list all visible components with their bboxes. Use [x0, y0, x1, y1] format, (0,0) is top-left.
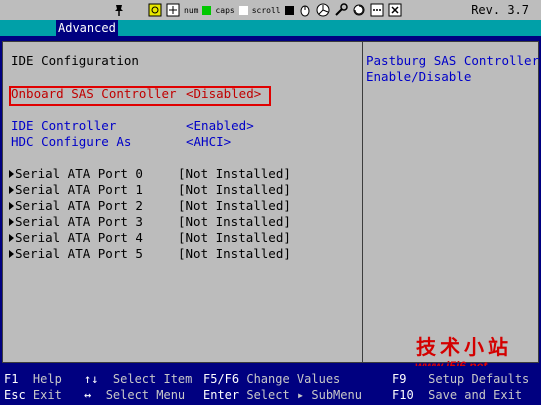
close-icon[interactable] [388, 3, 402, 17]
sata-port-value: [Not Installed] [178, 246, 291, 261]
sata-port-value: [Not Installed] [178, 214, 291, 229]
ide-controller-value[interactable]: <Enabled> [186, 119, 254, 133]
key-f1-key: F1 [4, 372, 19, 386]
sata-port-label: Serial ATA Port 1 [15, 182, 143, 197]
submenu-arrow-icon [9, 170, 14, 178]
num-lock-indicator [202, 5, 212, 15]
key-f5f6-key: F5/F6 [203, 372, 240, 386]
key-enter-action: Select ▸ SubMenu [246, 388, 362, 402]
scroll-lock-indicator [284, 5, 294, 15]
key-esc-key: Esc [4, 388, 26, 402]
mouse-icon[interactable] [298, 3, 312, 17]
key-f10: F10 Save and Exit [392, 387, 522, 403]
sata-port-label: Serial ATA Port 4 [15, 230, 143, 245]
key-f1-action: Help [32, 372, 62, 386]
help-panel: Pastburg SAS Controller Enable/Disable [362, 41, 539, 363]
watermark-title: 技术小站 [416, 335, 512, 359]
revision-label: Rev. 3.7 [471, 3, 529, 17]
key-f10-key: F10 [392, 388, 414, 402]
key-help-bar: F1 Help Esc Exit ↑↓ Select Item ↔ Select… [0, 366, 541, 405]
key-updown: ↑↓ Select Item [84, 371, 192, 387]
submenu-arrow-icon [9, 186, 14, 194]
submenu-arrow-icon [9, 234, 14, 242]
toolbar-icons: num caps scroll [112, 2, 402, 18]
fan-icon[interactable] [316, 3, 330, 17]
ide-controller-label[interactable]: IDE Controller [11, 119, 116, 133]
key-f1: F1 Help [4, 371, 62, 387]
key-updown-action: Select Item [112, 372, 193, 386]
key-enter: Enter Select ▸ SubMenu [203, 387, 362, 403]
caps-lock-label: caps [215, 5, 235, 15]
sata-port-3[interactable]: Serial ATA Port 3 [9, 215, 143, 229]
onboard-sas-label[interactable]: Onboard SAS Controller [11, 87, 177, 101]
settings-panel: IDE Configuration Onboard SAS Controller… [2, 41, 364, 363]
key-leftright: ↔ Select Menu [84, 387, 185, 403]
top-toolbar: num caps scroll Rev. 3.7 [0, 0, 541, 21]
sata-port-label: Serial ATA Port 3 [15, 214, 143, 229]
scroll-lock-label: scroll [251, 5, 281, 15]
dots-icon[interactable] [370, 3, 384, 17]
fullscreen-icon[interactable] [166, 3, 180, 17]
sata-port-label: Serial ATA Port 5 [15, 246, 143, 261]
onboard-sas-value[interactable]: <Disabled> [186, 87, 261, 101]
key-updown-key: ↑↓ [84, 372, 99, 386]
key-f9: F9 Setup Defaults [392, 371, 529, 387]
hdc-configure-label[interactable]: HDC Configure As [11, 135, 131, 149]
key-enter-key: Enter [203, 388, 240, 402]
settings-icon[interactable] [148, 3, 162, 17]
key-leftright-action: Select Menu [105, 388, 186, 402]
hdc-configure-value[interactable]: <AHCI> [186, 135, 231, 149]
key-esc-action: Exit [32, 388, 62, 402]
key-esc: Esc Exit [4, 387, 62, 403]
refresh-icon[interactable] [352, 3, 366, 17]
sata-port-5[interactable]: Serial ATA Port 5 [9, 247, 143, 261]
submenu-arrow-icon [9, 250, 14, 258]
pin-icon[interactable] [112, 3, 126, 17]
submenu-arrow-icon [9, 218, 14, 226]
help-text-line-2: Enable/Disable [366, 69, 472, 84]
sata-port-2[interactable]: Serial ATA Port 2 [9, 199, 143, 213]
submenu-arrow-icon [9, 202, 14, 210]
sata-port-1[interactable]: Serial ATA Port 1 [9, 183, 143, 197]
key-f9-key: F9 [392, 372, 407, 386]
sata-port-label: Serial ATA Port 0 [15, 166, 143, 181]
sata-port-4[interactable]: Serial ATA Port 4 [9, 231, 143, 245]
sata-port-label: Serial ATA Port 2 [15, 198, 143, 213]
help-text-line-1: Pastburg SAS Controller [366, 53, 540, 68]
section-title: IDE Configuration [11, 53, 139, 68]
tab-advanced[interactable]: Advanced [56, 20, 118, 36]
num-lock-label: num [184, 5, 199, 15]
key-leftright-key: ↔ [84, 388, 92, 402]
wrench-icon[interactable] [334, 3, 348, 17]
sata-port-value: [Not Installed] [178, 182, 291, 197]
key-f10-action: Save and Exit [428, 388, 523, 402]
sata-port-value: [Not Installed] [178, 166, 291, 181]
key-f5f6-action: Change Values [246, 372, 341, 386]
sata-port-0[interactable]: Serial ATA Port 0 [9, 167, 143, 181]
caps-lock-indicator [238, 5, 248, 15]
key-f9-action: Setup Defaults [428, 372, 530, 386]
sata-port-value: [Not Installed] [178, 198, 291, 213]
sata-port-value: [Not Installed] [178, 230, 291, 245]
key-f5f6: F5/F6 Change Values [203, 371, 340, 387]
